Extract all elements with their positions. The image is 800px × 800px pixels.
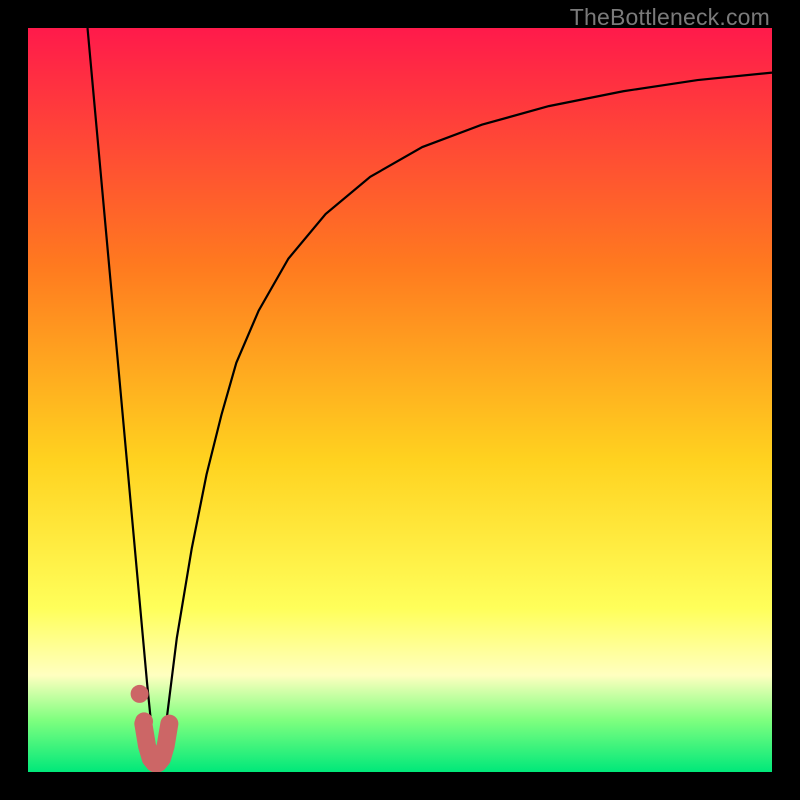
chart-frame: TheBottleneck.com — [0, 0, 800, 800]
highlight-dot — [131, 685, 149, 703]
curve-right-branch — [162, 73, 772, 757]
curve-layer — [28, 28, 772, 772]
curve-left-branch — [88, 28, 155, 757]
plot-area — [28, 28, 772, 772]
highlight-dot — [135, 712, 153, 730]
watermark-text: TheBottleneck.com — [570, 4, 770, 31]
